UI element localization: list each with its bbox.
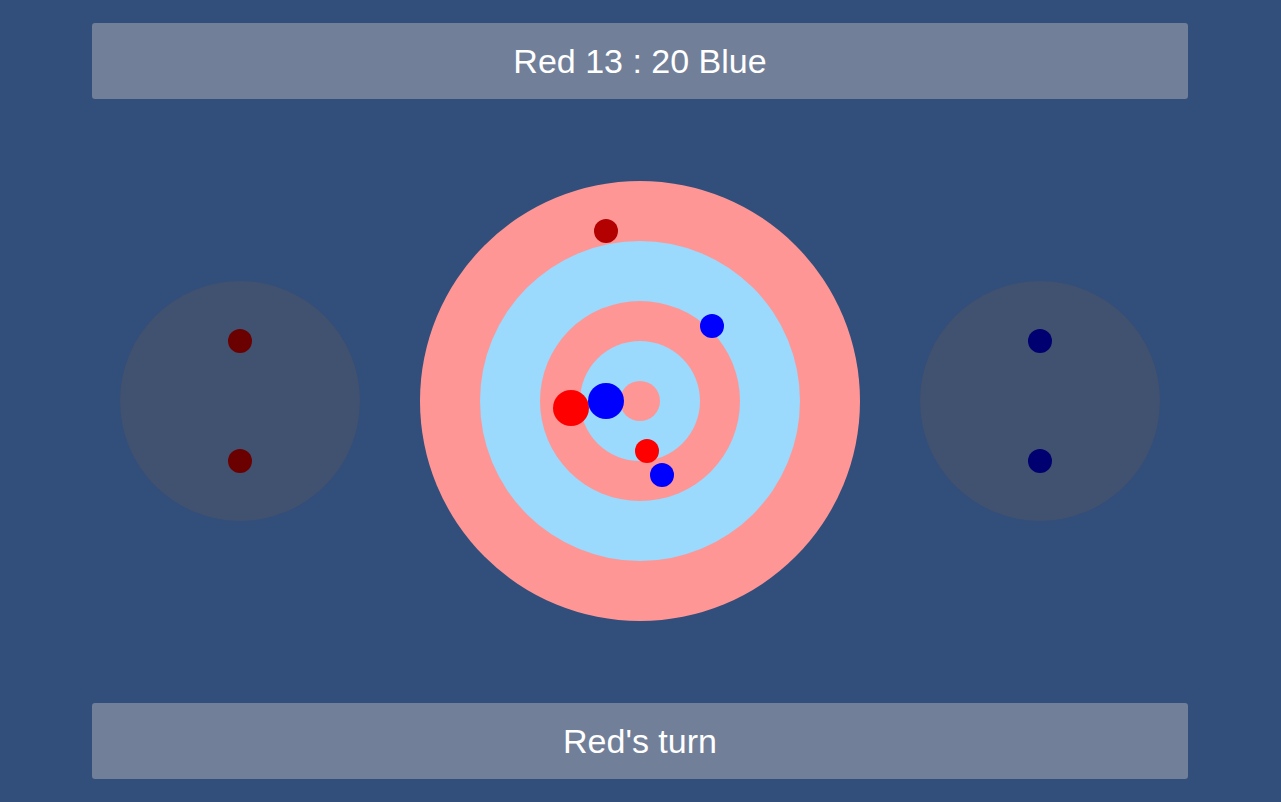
reserve-area [920, 281, 1160, 521]
game-screen: Red 13 : 20 Blue Red's turn [0, 0, 1281, 802]
stone [588, 383, 624, 419]
stone[interactable] [594, 219, 618, 243]
score-text: Red 13 : 20 Blue [513, 42, 766, 81]
reserve-stone [1028, 449, 1052, 473]
stone [700, 314, 724, 338]
turn-text: Red's turn [563, 722, 717, 761]
stone [650, 463, 674, 487]
reserve-stone [1028, 329, 1052, 353]
stone [553, 390, 589, 426]
turn-bar: Red's turn [92, 703, 1188, 779]
stone [635, 439, 659, 463]
score-bar: Red 13 : 20 Blue [92, 23, 1188, 99]
target-center [620, 381, 660, 421]
reserve-stone [228, 449, 252, 473]
target-ring [420, 181, 860, 621]
target-ring [480, 241, 800, 561]
reserve-area [120, 281, 360, 521]
play-field [0, 181, 1281, 621]
reserve-stone [228, 329, 252, 353]
target-board[interactable] [420, 181, 860, 621]
